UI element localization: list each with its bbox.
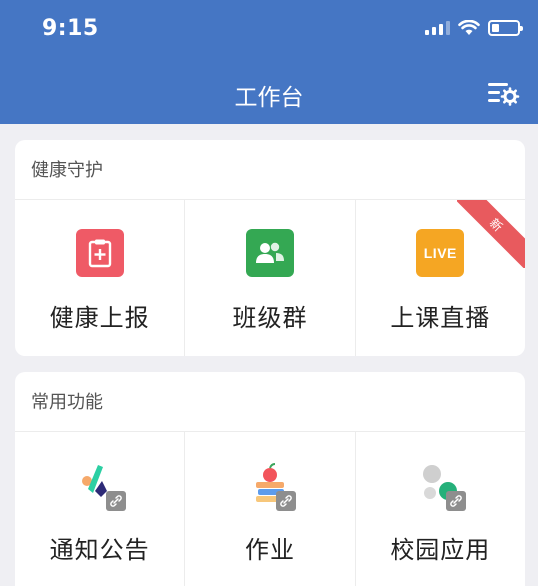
status-time: 9:15 bbox=[42, 16, 99, 41]
notice-icon bbox=[76, 461, 126, 511]
health-report-icon bbox=[75, 229, 124, 277]
app-header: 9:15 工作台 bbox=[0, 0, 538, 124]
section-title: 常用功能 bbox=[15, 372, 525, 432]
campus-apps-icon bbox=[416, 461, 467, 511]
class-group-tile[interactable]: 班级群 bbox=[184, 200, 354, 356]
homework-tile[interactable]: 作业 bbox=[184, 432, 354, 586]
tile-label: 校园应用 bbox=[390, 536, 491, 564]
link-icon bbox=[446, 491, 467, 511]
common-functions-section: 常用功能 通知公告 作业 校园应用 bbox=[15, 372, 525, 586]
status-icons bbox=[425, 20, 523, 36]
signal-icon bbox=[425, 21, 450, 35]
health-report-tile[interactable]: 健康上报 bbox=[15, 200, 184, 356]
page-title: 工作台 bbox=[234, 85, 304, 111]
tile-label: 作业 bbox=[244, 536, 295, 564]
list-settings-icon bbox=[488, 83, 520, 106]
link-icon bbox=[275, 491, 296, 511]
tile-label: 健康上报 bbox=[49, 304, 150, 332]
new-badge: 新 bbox=[456, 200, 525, 268]
list-settings-button[interactable] bbox=[486, 78, 520, 108]
battery-icon bbox=[488, 20, 523, 36]
link-icon bbox=[105, 491, 126, 511]
tile-label: 上课直播 bbox=[390, 304, 491, 332]
wifi-icon bbox=[458, 20, 480, 35]
homework-icon bbox=[246, 461, 296, 511]
live-icon: LIVE bbox=[416, 229, 465, 277]
tile-label: 通知公告 bbox=[49, 536, 150, 564]
live-class-tile[interactable]: 新 LIVE 上课直播 bbox=[354, 200, 525, 356]
notice-tile[interactable]: 通知公告 bbox=[15, 432, 184, 586]
class-group-icon bbox=[245, 229, 294, 277]
campus-apps-tile[interactable]: 校园应用 bbox=[354, 432, 525, 586]
section-title: 健康守护 bbox=[15, 140, 525, 200]
tile-label: 班级群 bbox=[232, 304, 308, 332]
health-section: 健康守护 健康上报 班级群 新 LIVE 上课直播 bbox=[15, 140, 525, 356]
